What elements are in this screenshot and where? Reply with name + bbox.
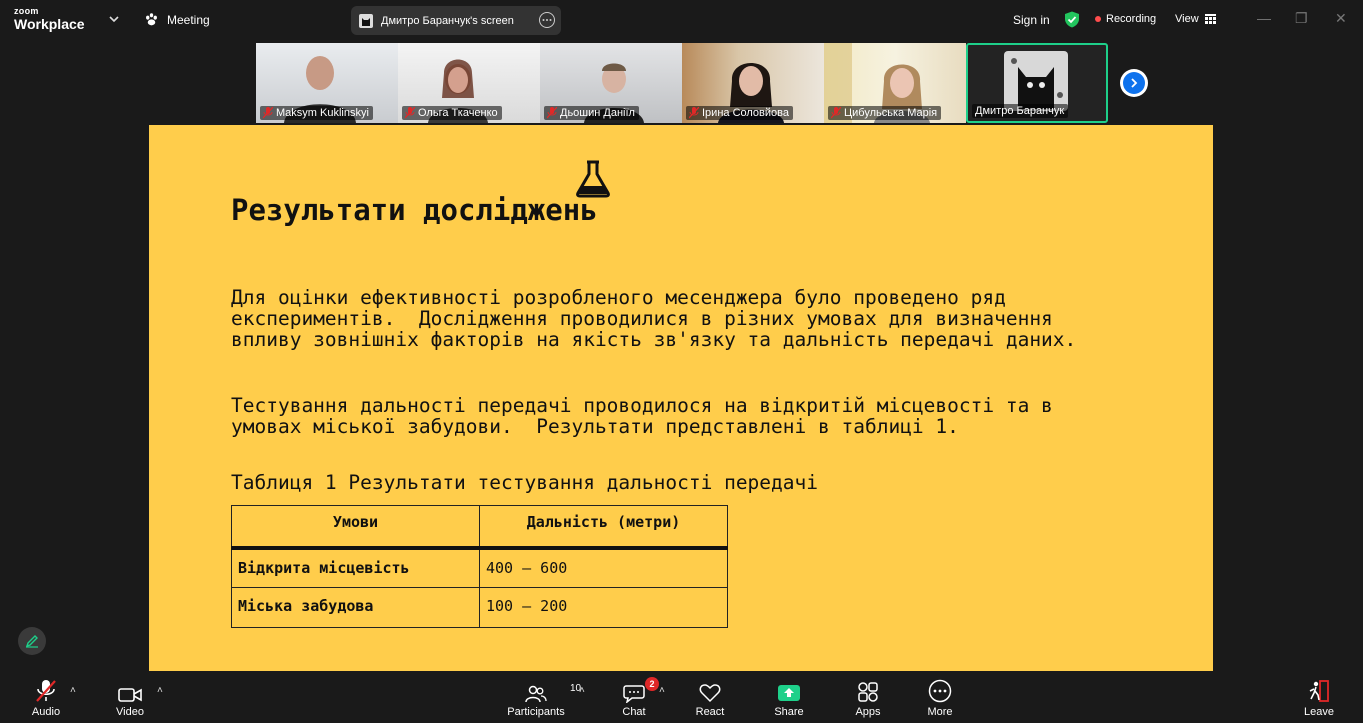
participant-name-tag: Ольга Ткаченко — [402, 106, 502, 120]
heart-icon — [699, 684, 721, 703]
mic-muted-icon — [405, 107, 415, 119]
mic-muted-icon — [36, 680, 56, 702]
pencil-icon — [25, 635, 38, 648]
mic-muted-icon — [263, 107, 273, 119]
mic-muted-icon — [547, 107, 557, 119]
more-label: More — [927, 706, 953, 718]
chat-unread-badge: 2 — [645, 677, 659, 691]
participants-label: Participants — [507, 706, 565, 718]
mic-muted-icon — [831, 107, 841, 119]
video-label: Video — [116, 706, 144, 718]
chevron-down-icon[interactable] — [108, 13, 120, 25]
slide-paragraph-2: Тестування дальності передачі проводилос… — [231, 394, 1053, 438]
participant-name: Maksym Kuklinskyi — [276, 107, 369, 119]
participants-button[interactable]: 10 Participants — [506, 671, 581, 723]
mic-muted-icon — [689, 107, 699, 119]
annotate-pen-button[interactable] — [18, 627, 46, 655]
table-cell: Відкрита місцевість — [231, 547, 480, 588]
participant-name: Ірина Соловйова — [702, 107, 789, 119]
table-cell: 400 – 600 — [479, 547, 728, 588]
participant-name: Дмитро Баранчук — [975, 105, 1065, 117]
apps-icon — [858, 682, 878, 702]
minimize-window-button[interactable]: — — [1257, 10, 1271, 26]
audio-label: Audio — [31, 706, 61, 718]
sign-in-link[interactable]: Sign in — [1013, 13, 1050, 27]
close-window-button[interactable]: ✕ — [1335, 10, 1347, 27]
participant-tile[interactable]: Maksym Kuklinskyi — [256, 43, 398, 123]
participant-tile[interactable]: Ольга Ткаченко — [398, 43, 540, 123]
participants-options-caret-icon[interactable]: ˄ — [579, 685, 585, 696]
chat-options-caret-icon[interactable]: ˄ — [659, 685, 665, 696]
audio-button[interactable]: Audio — [26, 671, 66, 723]
brand-small: zoom — [14, 6, 39, 16]
zoom-workplace-logo[interactable]: zoom Workplace — [14, 6, 85, 32]
chat-bubble-icon — [623, 685, 645, 703]
participant-name: Ольга Ткаченко — [418, 107, 498, 119]
table-caption: Таблиця 1 Результати тестування дальност… — [231, 471, 818, 494]
share-button[interactable]: Share — [767, 671, 811, 723]
apps-label: Apps — [855, 706, 881, 718]
slide-paragraph-1: Для оцінки ефективності розробленого мес… — [231, 286, 1077, 351]
table-header-cell: Умови — [231, 505, 480, 550]
shield-check-icon[interactable] — [1064, 11, 1080, 28]
video-button[interactable]: Video — [110, 671, 150, 723]
meeting-toolbar: Audio ˄ Video ˄ 10 Participants ˄ 2 Chat… — [0, 671, 1363, 723]
participant-tile-active[interactable]: Дмитро Баранчук — [966, 43, 1108, 123]
apps-button[interactable]: Apps — [848, 671, 888, 723]
participant-name-tag: Дьошин Даніїл — [544, 106, 639, 120]
cat-avatar-icon — [359, 13, 373, 28]
participant-name-tag: Цибульська Марія — [828, 106, 942, 120]
brand-large: Workplace — [14, 16, 85, 32]
participant-tile[interactable]: Ірина Соловйова — [682, 43, 824, 123]
people-icon — [525, 685, 547, 703]
more-button[interactable]: More — [920, 671, 960, 723]
chat-label: Chat — [622, 706, 646, 718]
participant-strip: Maksym Kuklinskyi Ольга Ткаченко Дьошин … — [256, 43, 1108, 123]
share-screen-icon — [778, 685, 800, 701]
react-label: React — [695, 706, 725, 718]
recording-indicator[interactable]: Recording — [1095, 13, 1156, 25]
paw-icon — [146, 13, 157, 26]
participant-tile[interactable]: Дьошин Даніїл — [540, 43, 682, 123]
leave-door-icon — [1309, 680, 1329, 702]
leave-label: Leave — [1304, 706, 1334, 718]
react-button[interactable]: React — [690, 671, 730, 723]
participant-name-tag: Дмитро Баранчук — [972, 104, 1069, 118]
participant-name-tag: Maksym Kuklinskyi — [260, 106, 373, 120]
leave-button[interactable]: Leave — [1299, 671, 1339, 723]
next-participants-button[interactable] — [1120, 69, 1148, 97]
table-row: Міська забудова 100 – 200 — [231, 587, 728, 628]
grid-icon — [1204, 14, 1216, 24]
share-label: Share — [774, 706, 804, 718]
screen-share-label: Дмитро Баранчук's screen — [381, 14, 514, 27]
table-header-row: Умови Дальність (метри) — [231, 505, 728, 550]
table-cell: Міська забудова — [231, 587, 480, 628]
participant-tile[interactable]: Цибульська Марія — [824, 43, 966, 123]
audio-options-caret-icon[interactable]: ˄ — [70, 685, 76, 696]
restore-window-button[interactable]: ❐ — [1295, 10, 1308, 27]
video-camera-icon — [118, 688, 142, 702]
slide-title: Результати досліджень — [231, 193, 598, 227]
table-cell: 100 – 200 — [479, 587, 728, 628]
more-options-icon[interactable] — [539, 12, 555, 28]
table-row: Відкрита місцевість 400 – 600 — [231, 547, 728, 588]
table-header-cell: Дальність (метри) — [479, 505, 728, 550]
screen-share-pill[interactable]: Дмитро Баранчук's screen — [351, 6, 561, 35]
meeting-info[interactable]: Meeting — [144, 12, 210, 27]
video-options-caret-icon[interactable]: ˄ — [157, 685, 163, 696]
meeting-label: Meeting — [167, 12, 210, 27]
chevron-right-icon — [1131, 78, 1138, 88]
shared-screen-slide: Результати досліджень Для оцінки ефектив… — [149, 125, 1213, 671]
view-label: View — [1175, 13, 1199, 25]
top-bar: zoom Workplace Meeting Дмитро Баранчук's… — [0, 0, 1363, 40]
participant-name: Дьошин Даніїл — [560, 107, 635, 119]
recording-label: Recording — [1106, 13, 1157, 25]
chat-button[interactable]: 2 Chat — [614, 671, 659, 723]
participant-name-tag: Ірина Соловйова — [686, 106, 793, 120]
results-table: Умови Дальність (метри) Відкрита місцеві… — [231, 505, 728, 628]
more-dots-icon — [928, 679, 952, 703]
recording-dot-icon — [1095, 16, 1101, 22]
view-button[interactable]: View — [1175, 13, 1216, 25]
participant-name: Цибульська Марія — [844, 107, 938, 119]
